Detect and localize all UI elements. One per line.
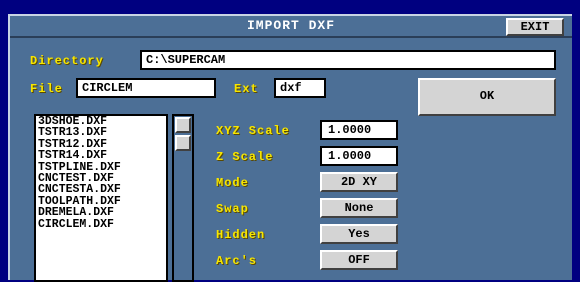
mode-label: Mode — [216, 176, 249, 190]
title-bar: IMPORT DXF EXIT — [10, 16, 572, 38]
arcs-button[interactable]: OFF — [320, 250, 398, 270]
exit-button[interactable]: EXIT — [506, 18, 564, 36]
import-dxf-dialog: IMPORT DXF EXIT Directory C:\SUPERCAM Fi… — [8, 14, 572, 282]
file-label: File — [30, 82, 63, 96]
file-list[interactable]: 3DSHOE.DXF TSTR13.DXF TSTR12.DXF TSTR14.… — [34, 114, 168, 282]
list-item[interactable]: TSTR14.DXF — [36, 150, 166, 162]
ext-field[interactable]: dxf — [274, 78, 326, 98]
z-scale-label: Z Scale — [216, 150, 274, 164]
directory-field[interactable]: C:\SUPERCAM — [140, 50, 556, 70]
dialog-title: IMPORT DXF — [246, 18, 335, 33]
arcs-label: Arc's — [216, 254, 258, 268]
ok-button[interactable]: OK — [418, 78, 556, 116]
swap-button[interactable]: None — [320, 198, 398, 218]
mode-button[interactable]: 2D XY — [320, 172, 398, 192]
list-item[interactable]: DREMELA.DXF — [36, 207, 166, 219]
hidden-button[interactable]: Yes — [320, 224, 398, 244]
file-field[interactable]: CIRCLEM — [76, 78, 216, 98]
z-scale-field[interactable]: 1.0000 — [320, 146, 398, 166]
xyz-scale-label: XYZ Scale — [216, 124, 290, 138]
swap-label: Swap — [216, 202, 249, 216]
directory-label: Directory — [30, 54, 104, 68]
xyz-scale-field[interactable]: 1.0000 — [320, 120, 398, 140]
scroll-up-button[interactable] — [175, 117, 191, 133]
list-item[interactable]: CIRCLEM.DXF — [36, 218, 166, 230]
hidden-label: Hidden — [216, 228, 266, 242]
scroll-thumb[interactable] — [175, 135, 191, 151]
ext-label: Ext — [234, 82, 259, 96]
file-list-scrollbar[interactable] — [172, 114, 194, 282]
